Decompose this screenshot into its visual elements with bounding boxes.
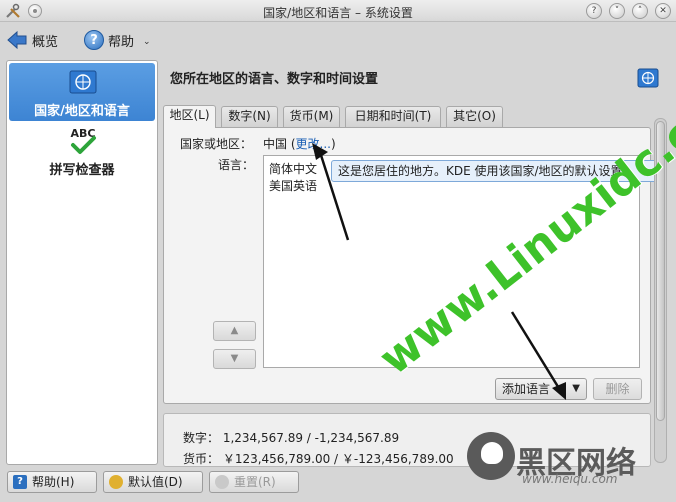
help-button-label: 帮助(H) <box>32 475 75 489</box>
help-icon: ? <box>13 475 27 489</box>
currency-preview: 货币： ￥123,456,789.00 / ￥-123,456,789.00 <box>183 452 454 466</box>
move-down-button[interactable]: ▼ <box>213 349 256 369</box>
overview-button[interactable]: 概览 <box>6 27 58 53</box>
maximize-button[interactable]: ˄ <box>632 3 648 19</box>
sidebar: 国家/地区和语言 ABC 拼写检查器 <box>6 60 158 465</box>
tab-number[interactable]: 数字(N) <box>221 106 278 127</box>
minimize-button[interactable]: ˅ <box>609 3 625 19</box>
title-bar: 国家/地区和语言 – 系统设置 ? ˅ ˄ ✕ <box>0 0 676 22</box>
country-name: 中国 <box>263 137 288 151</box>
tab-region[interactable]: 地区(L) <box>163 105 216 128</box>
language-label: 语言： <box>218 158 255 172</box>
move-up-button[interactable]: ▲ <box>213 321 256 341</box>
tab-other[interactable]: 其它(O) <box>446 106 503 127</box>
remove-language-button[interactable]: 删除 <box>593 378 642 400</box>
spellcheck-icon: ABC <box>71 127 96 154</box>
sidebar-item-spellcheck[interactable]: ABC 拼写检查器 <box>9 125 155 179</box>
sidebar-item-label: 拼写检查器 <box>49 163 115 178</box>
change-country-link[interactable]: 更改... <box>296 137 331 151</box>
help-label: 帮助 <box>108 34 135 50</box>
help-menu-button[interactable]: ? 帮助 <box>84 27 134 53</box>
window-title: 国家/地区和语言 – 系统设置 <box>263 6 413 20</box>
chevron-down-icon: ▼ <box>572 383 580 394</box>
reset-button-label: 重置(R) <box>234 475 276 489</box>
watermark-sub: www.heiqu.com <box>522 472 618 486</box>
brand-logo-icon <box>467 432 515 480</box>
page-title: 您所在地区的语言、数字和时间设置 <box>170 72 379 87</box>
tab-currency[interactable]: 货币(M) <box>283 106 340 127</box>
reset-icon <box>215 475 229 489</box>
add-language-button[interactable]: 添加语言 ▼ <box>495 378 587 400</box>
un-flag-icon <box>69 70 97 94</box>
add-language-label: 添加语言 <box>502 382 551 396</box>
sidebar-item-region-language[interactable]: 国家/地区和语言 <box>9 63 155 121</box>
country-value: 中国 (更改...) <box>263 137 336 151</box>
number-preview: 数字： 1,234,567.89 / -1,234,567.89 <box>183 431 400 445</box>
defaults-button[interactable]: 默认值(D) <box>103 471 203 493</box>
window-help-button[interactable]: ? <box>586 3 602 19</box>
back-arrow-icon <box>7 30 27 50</box>
tab-date-time[interactable]: 日期和时间(T) <box>345 106 441 127</box>
list-item[interactable]: 简体中文 <box>269 160 317 177</box>
close-button[interactable]: ✕ <box>655 3 671 19</box>
overview-label: 概览 <box>32 34 59 50</box>
defaults-icon <box>109 475 123 489</box>
sidebar-item-label: 国家/地区和语言 <box>34 104 130 119</box>
country-label: 国家或地区： <box>180 137 253 151</box>
help-icon: ? <box>84 30 104 50</box>
un-flag-icon <box>637 68 659 88</box>
toolbar: 概览 ? 帮助 ⌄ <box>0 23 676 57</box>
list-item[interactable]: 美国英语 <box>269 177 317 194</box>
chevron-down-icon[interactable]: ⌄ <box>143 37 151 47</box>
reset-button[interactable]: 重置(R) <box>209 471 299 493</box>
defaults-button-label: 默认值(D) <box>128 475 183 489</box>
help-button[interactable]: ? 帮助(H) <box>7 471 97 493</box>
